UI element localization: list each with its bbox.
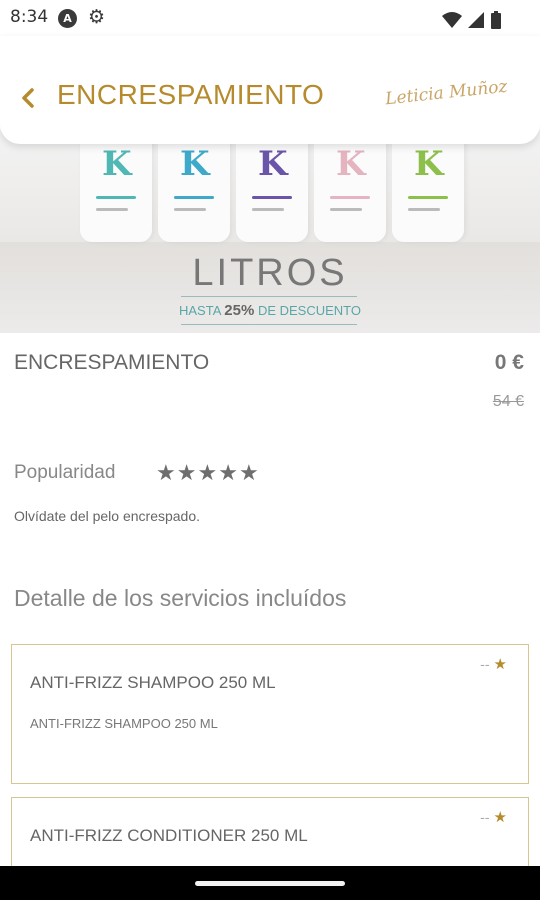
service-rating: -- ★ [480,655,507,673]
hero-promo: HASTA 25% DE DESCUENTO [0,302,540,319]
bottle-image: K [314,130,386,242]
service-subtitle: ANTI-FRIZZ SHAMPOO 250 ML [30,716,218,731]
bottle-label [96,208,128,211]
brand-mark-icon: K [336,144,366,184]
brand-logo: Leticia Muñoz [384,76,509,110]
a-notification-icon: A [58,9,77,28]
star-icon: ★ [218,461,238,486]
service-rating-value: -- [480,811,490,826]
service-title: ANTI-FRIZZ SHAMPOO 250 ML [30,673,276,692]
bottle-image: K [392,130,464,242]
brand-mark-icon: K [180,144,210,184]
divider [181,296,357,297]
wifi-icon [441,11,462,28]
popularity-rating: ★★★★★ [156,463,260,485]
brand-mark-icon: K [102,144,132,184]
hero-banner-image: K K K K K LITROS HASTA 25% DE DESCUENTO [0,130,540,333]
brand-mark-icon: K [258,144,288,184]
star-icon: ★ [493,808,507,826]
bottle-image: K [80,130,152,242]
bottle-label [252,208,284,211]
promo-value: 25% [224,302,255,319]
product-name: ENCRESPAMIENTO [14,351,210,374]
app-header: ENCRESPAMIENTO Leticia Muñoz [0,36,540,144]
bottle-image: K [236,130,308,242]
hero-title: LITROS [192,252,348,294]
divider [181,324,357,325]
star-icon: ★ [156,461,176,486]
back-chevron-icon[interactable] [16,86,40,110]
product-old-price: 54 € [492,393,524,410]
service-rating: -- ★ [480,808,507,826]
gear-icon: ⚙ [88,6,106,28]
bottle-label [174,208,206,211]
status-bar: 8:34 A ⚙ [0,0,540,36]
service-rating-value: -- [480,658,490,673]
product-price: 0 € [494,351,524,374]
bottle-image: K [158,130,230,242]
system-navigation-bar [0,866,540,900]
home-gesture-handle[interactable] [195,881,345,886]
status-time: 8:34 [10,7,49,27]
promo-suffix: DE DESCUENTO [257,303,361,318]
service-title: ANTI-FRIZZ CONDITIONER 250 ML [30,826,308,845]
bottle-label [330,208,362,211]
signal-icon [467,11,484,28]
product-description: Olvídate del pelo encrespado. [14,508,201,524]
bottle-label [96,196,136,199]
star-icon: ★ [197,461,218,486]
star-icon: ★ [238,461,259,486]
service-card[interactable]: -- ★ ANTI-FRIZZ SHAMPOO 250 ML ANTI-FRIZZ… [11,644,529,784]
bottle-label [408,196,448,199]
brand-mark-icon: K [414,144,444,184]
bottle-label [252,196,292,199]
services-heading: Detalle de los servicios incluídos [14,585,347,611]
page-title: ENCRESPAMIENTO [57,79,325,110]
bottle-label [174,196,214,199]
popularity-label: Popularidad [14,462,116,483]
promo-prefix: HASTA [178,303,221,318]
bottle-label [330,196,370,199]
star-icon: ★ [493,655,507,673]
battery-icon [491,10,501,29]
star-icon: ★ [176,461,197,486]
bottle-label [408,208,440,211]
status-icons [441,9,502,29]
